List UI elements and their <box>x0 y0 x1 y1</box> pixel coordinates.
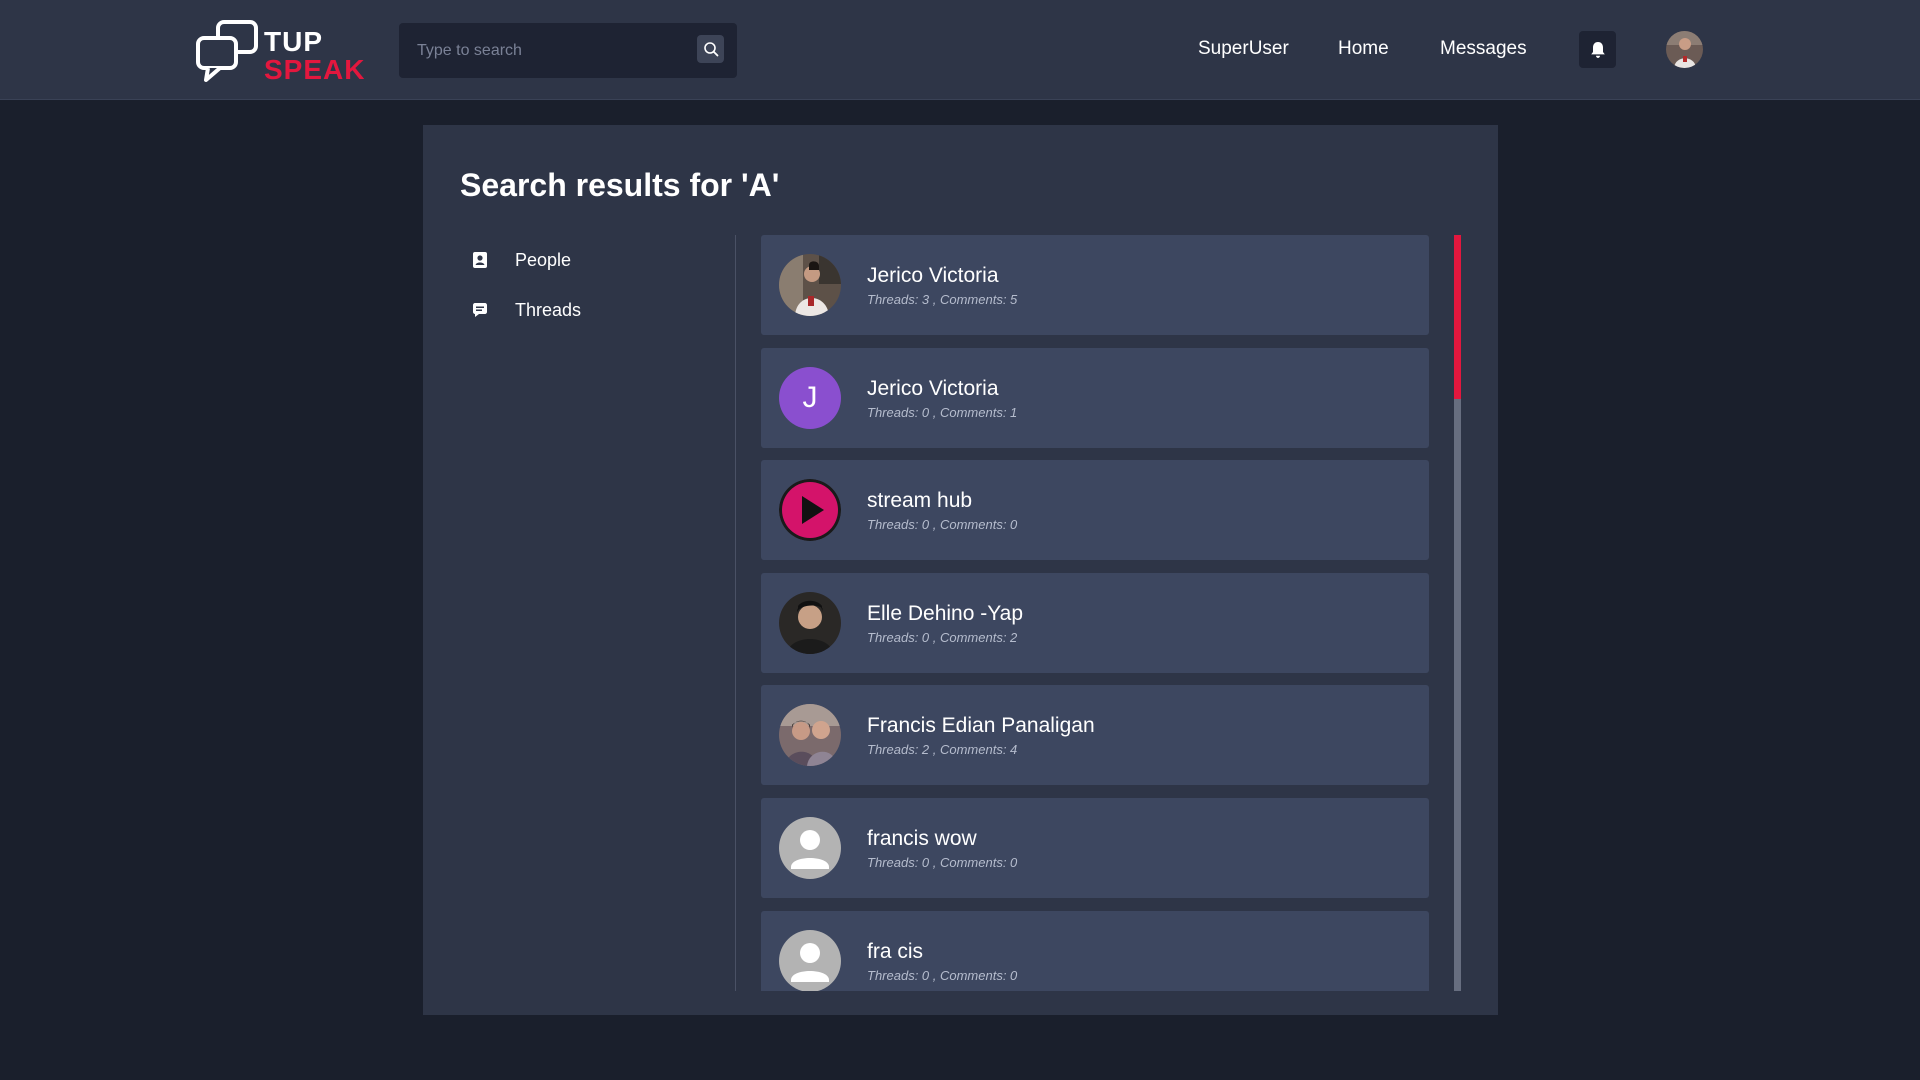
bell-icon <box>1590 41 1605 58</box>
search-results-card: Search results for 'A' People Threads Je… <box>423 125 1498 1015</box>
user-photo-icon <box>779 254 841 316</box>
user-photo-icon <box>779 704 841 767</box>
nav-home-link[interactable]: Home <box>1338 36 1389 62</box>
result-name: Jerico Victoria <box>867 376 999 400</box>
search-button[interactable] <box>697 35 724 63</box>
message-icon <box>472 302 488 318</box>
result-stats: Threads: 2 , Comments: 4 <box>867 742 1018 758</box>
result-stats: Threads: 0 , Comments: 0 <box>867 517 1018 533</box>
result-stats: Threads: 0 , Comments: 1 <box>867 404 1018 420</box>
brand-name-bottom: SPEAK <box>264 54 366 85</box>
contact-card-icon <box>472 252 488 268</box>
chat-bubbles-icon <box>196 20 258 82</box>
list-item[interactable]: stream hub Threads: 0 , Comments: 0 <box>761 460 1429 561</box>
user-photo-icon <box>1666 31 1703 68</box>
column-divider <box>735 235 736 991</box>
nav-superuser-link[interactable]: SuperUser <box>1198 36 1289 62</box>
result-name: Elle Dehino -Yap <box>867 601 1024 625</box>
result-name: fra cis <box>867 939 924 963</box>
default-user-icon <box>791 942 829 982</box>
top-navbar: TUP SPEAK SuperUser Home Messages <box>0 0 1920 100</box>
brand-name-top: TUP <box>264 26 323 57</box>
search-bar <box>399 23 737 78</box>
scrollbar-thumb[interactable] <box>1454 235 1461 399</box>
avatar <box>779 479 841 542</box>
list-item[interactable]: J Jerico Victoria Threads: 0 , Comments:… <box>761 347 1429 448</box>
people-results-list: Jerico Victoria Threads: 3 , Comments: 5… <box>761 235 1429 991</box>
list-item[interactable]: Francis Edian Panaligan Threads: 2 , Com… <box>761 685 1429 786</box>
profile-avatar[interactable] <box>1666 31 1703 68</box>
page-title: Search results for 'A' <box>460 167 780 203</box>
avatar <box>779 816 841 879</box>
nav-messages-link[interactable]: Messages <box>1440 36 1527 62</box>
list-item[interactable]: fra cis Threads: 0 , Comments: 0 <box>761 910 1429 991</box>
avatar <box>779 254 841 316</box>
filter-people-label: People <box>515 249 572 270</box>
result-name: francis wow <box>867 826 977 850</box>
filter-people[interactable]: People <box>460 235 710 285</box>
avatar <box>779 929 841 991</box>
result-stats: Threads: 0 , Comments: 2 <box>867 629 1018 645</box>
avatar <box>779 591 841 654</box>
filter-threads[interactable]: Threads <box>460 285 710 335</box>
avatar <box>779 704 841 767</box>
search-icon <box>703 42 718 57</box>
result-stats: Threads: 3 , Comments: 5 <box>867 292 1018 307</box>
search-input[interactable] <box>399 23 689 78</box>
result-name: Jerico Victoria <box>867 264 999 287</box>
result-name: Francis Edian Panaligan <box>867 714 1095 738</box>
user-photo-icon <box>779 591 841 654</box>
list-item[interactable]: Jerico Victoria Threads: 3 , Comments: 5 <box>761 235 1429 335</box>
list-item[interactable]: francis wow Threads: 0 , Comments: 0 <box>761 797 1429 898</box>
list-item[interactable]: Elle Dehino -Yap Threads: 0 , Comments: … <box>761 572 1429 673</box>
result-name: stream hub <box>867 489 973 513</box>
notifications-button[interactable] <box>1579 31 1616 68</box>
brand-logo[interactable]: TUP SPEAK <box>196 18 366 84</box>
results-scrollbar[interactable] <box>1454 235 1461 991</box>
play-icon <box>779 479 841 542</box>
avatar: J <box>779 366 841 429</box>
result-stats: Threads: 0 , Comments: 0 <box>867 854 1018 870</box>
default-user-icon <box>791 829 829 869</box>
avatar-letter: J <box>802 380 818 414</box>
filter-threads-label: Threads <box>515 299 582 320</box>
result-stats: Threads: 0 , Comments: 0 <box>867 967 1018 983</box>
results-filter-menu: People Threads <box>460 235 710 335</box>
